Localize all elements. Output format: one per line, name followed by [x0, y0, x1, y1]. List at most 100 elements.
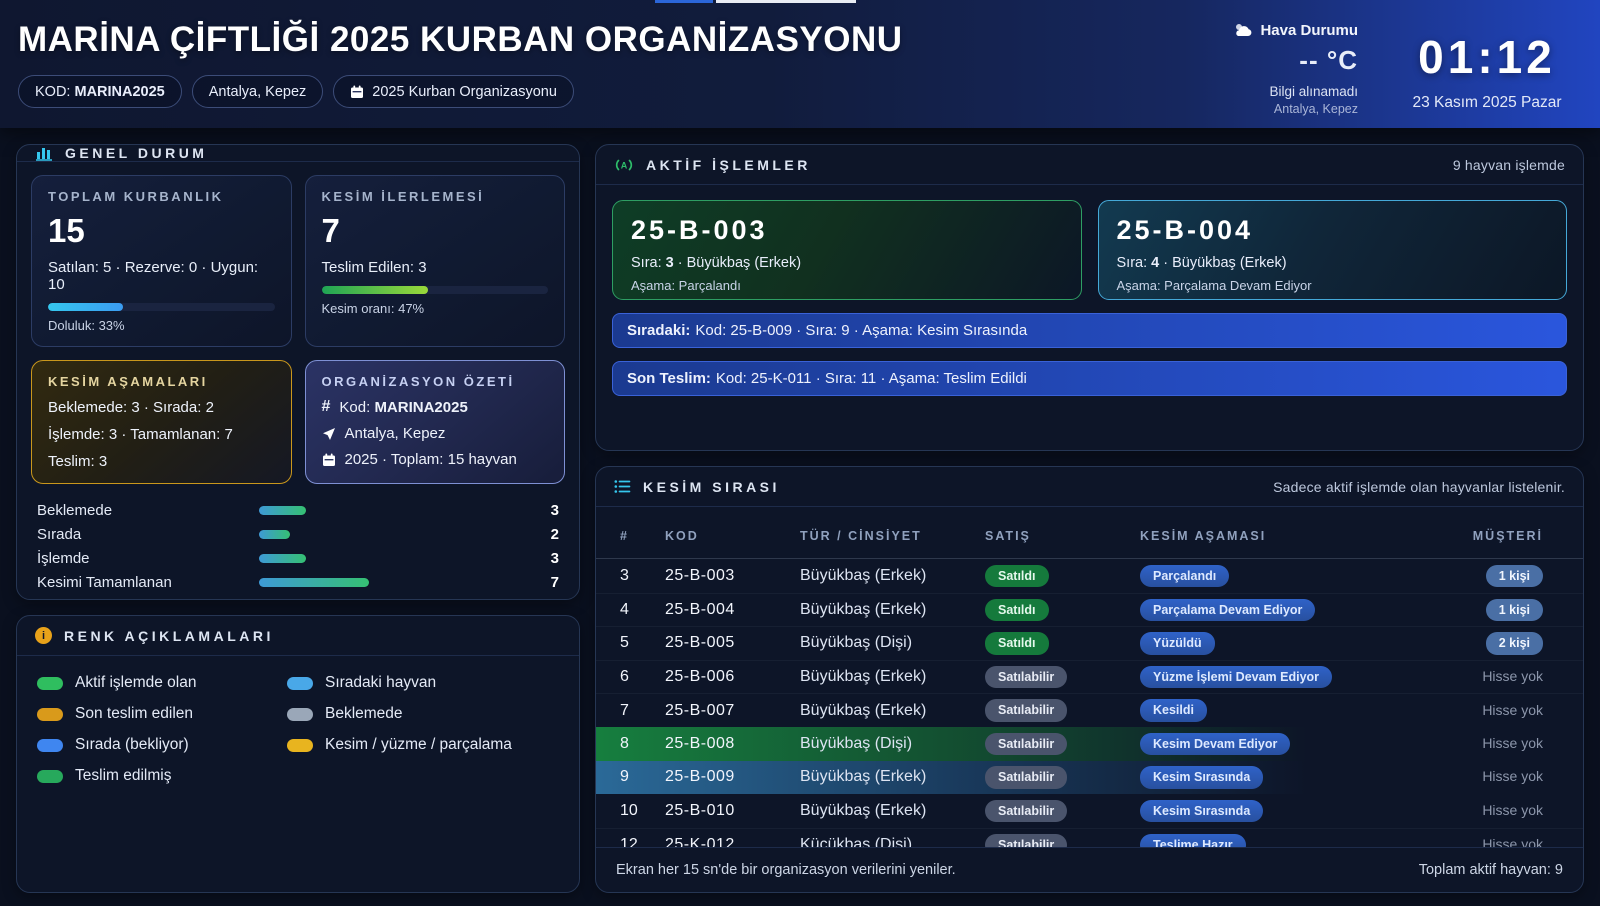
cell-animal-code: 25-B-009	[665, 768, 800, 786]
stage-bar-row: Beklemede3	[37, 498, 559, 522]
cell-customer: Hisse yok	[1430, 735, 1543, 753]
clock-date: 23 Kasım 2025 Pazar	[1392, 94, 1582, 112]
panel-title-legend: RENK AÇIKLAMALARI	[64, 628, 274, 644]
cell-type-gender: Büyükbaş (Erkek)	[800, 802, 985, 820]
cell-type-gender: Büyükbaş (Erkek)	[800, 601, 985, 619]
panel-color-legend: i RENK AÇIKLAMALARI Aktif işlemde olanSo…	[16, 615, 580, 893]
cut-stage-badge: Kesim Sırasında	[1140, 766, 1263, 789]
cell-animal-code: 25-B-003	[665, 567, 800, 585]
cell-row-number: 4	[620, 601, 665, 619]
org-code-line: # Kod: MARINA2025	[322, 398, 549, 416]
cell-customer: Hisse yok	[1430, 802, 1543, 820]
stat-card-cut-progress: KESİM İLERLEMESİ 7 Teslim Edilen: 3 Kesi…	[305, 175, 566, 347]
stat-label: KESİM AŞAMALARI	[48, 374, 275, 389]
table-header-row: # KOD TÜR / CİNSİYET SATIŞ KESİM AŞAMASI…	[596, 513, 1583, 559]
list-icon	[614, 479, 631, 494]
queue-table-scroll-area[interactable]: 325-B-003Büyükbaş (Erkek)SatıldıParçalan…	[596, 559, 1583, 847]
stat-label: ORGANİZASYON ÖZETİ	[322, 374, 549, 389]
app-header: MARİNA ÇİFTLİĞİ 2025 KURBAN ORGANİZASYON…	[0, 0, 1600, 128]
cell-sale-status: Satıldı	[985, 565, 1140, 588]
stat-line: Satılan: 5 · Rezerve: 0 · Uygun: 10	[48, 259, 275, 293]
stage-bar-row: İşlemde3	[37, 546, 559, 570]
cell-animal-code: 25-K-012	[665, 836, 800, 847]
bar-chart-icon	[35, 145, 53, 161]
sale-status-badge: Satılabilir	[985, 766, 1067, 789]
stat-value: 15	[48, 212, 275, 250]
cell-customer: Hisse yok	[1430, 836, 1543, 847]
top-loading-strip	[0, 0, 1600, 3]
table-row: 925-B-009Büyükbaş (Erkek)SatılabilirKesi…	[596, 761, 1583, 795]
cell-animal-code: 25-B-010	[665, 802, 800, 820]
cell-type-gender: Büyükbaş (Dişi)	[800, 735, 985, 753]
clock-widget: 01:12 23 Kasım 2025 Pazar	[1392, 22, 1582, 128]
customer-none-label: Hisse yok	[1482, 735, 1543, 751]
active-counter: 9 hayvan işlemde	[1453, 157, 1565, 173]
cut-stage-badge: Kesim Sırasında	[1140, 800, 1263, 823]
cell-sale-status: Satılabilir	[985, 699, 1140, 722]
sale-status-badge: Satılabilir	[985, 733, 1067, 756]
cell-cut-stage: Yüzme İşlemi Devam Ediyor	[1140, 666, 1430, 689]
panel-cut-queue: KESİM SIRASI Sadece aktif işlemde olan h…	[595, 466, 1584, 893]
table-row: 525-B-005Büyükbaş (Dişi)SatıldıYüzüldü2 …	[596, 626, 1583, 660]
legend-item: Sırada (bekliyor)	[37, 736, 287, 754]
antenna-icon: A	[614, 157, 634, 173]
stage-bar-track	[259, 554, 529, 563]
cut-stage-badge: Yüzüldü	[1140, 632, 1215, 655]
column-header-no: #	[620, 529, 665, 543]
cell-cut-stage: Kesim Devam Ediyor	[1140, 733, 1430, 756]
total-active-count: Toplam aktif hayvan: 9	[1419, 862, 1563, 878]
stage-bar-fill	[259, 530, 290, 539]
header-badges: KOD: MARINA2025Antalya, Kepez2025 Kurban…	[18, 75, 903, 108]
legend-item: Kesim / yüzme / parçalama	[287, 736, 559, 754]
cell-type-gender: Büyükbaş (Erkek)	[800, 768, 985, 786]
refresh-note: Ekran her 15 sn'de bir organizasyon veri…	[616, 862, 956, 878]
cell-cut-stage: Parçalama Devam Ediyor	[1140, 599, 1430, 622]
customer-none-label: Hisse yok	[1482, 702, 1543, 718]
column-header-code: KOD	[665, 529, 800, 543]
dashboard-main: GENEL DURUM TOPLAM KURBANLIK 15 Satılan:…	[0, 128, 1600, 906]
legend-item: Son teslim edilen	[37, 705, 287, 723]
stage-bar-track	[259, 506, 529, 515]
stage-bar-value: 3	[529, 598, 559, 601]
cell-row-number: 10	[620, 802, 665, 820]
loading-strip-white-segment	[716, 0, 856, 3]
cell-row-number: 7	[620, 702, 665, 720]
column-header-sale: SATIŞ	[985, 529, 1140, 543]
table-row: 725-B-007Büyükbaş (Erkek)SatılabilirKesi…	[596, 693, 1583, 727]
sale-status-badge: Satıldı	[985, 599, 1049, 622]
legend-item: Sıradaki hayvan	[287, 674, 559, 692]
cell-cut-stage: Yüzüldü	[1140, 632, 1430, 655]
cell-row-number: 3	[620, 567, 665, 585]
stage-bar-fill	[259, 578, 369, 587]
stage-bar-list: Beklemede3Sırada2İşlemde3Kesimi Tamamlan…	[17, 484, 579, 600]
stat-card-organization-summary: ORGANİZASYON ÖZETİ # Kod: MARINA2025 Ant…	[305, 360, 566, 484]
header-badge-label: KOD: MARINA2025	[35, 84, 165, 100]
active-animal-code: 25-B-004	[1117, 215, 1549, 246]
cell-type-gender: Büyükbaş (Erkek)	[800, 567, 985, 585]
org-location-line: Antalya, Kepez	[322, 425, 549, 442]
legend-label: Teslim edilmiş	[75, 767, 171, 785]
panel-active-operations: A AKTİF İŞLEMLER 9 hayvan işlemde 25-B-0…	[595, 144, 1584, 451]
cell-customer: 1 kişi	[1430, 565, 1543, 588]
status-banner: Son Teslim: Kod: 25-K-011 · Sıra: 11 · A…	[612, 361, 1567, 396]
stat-line: Beklemede: 3 · Sırada: 2	[48, 399, 275, 416]
stat-card-total-animals: TOPLAM KURBANLIK 15 Satılan: 5 · Rezerve…	[31, 175, 292, 347]
legend-item: Teslim edilmiş	[37, 767, 287, 785]
panel-general-status: GENEL DURUM TOPLAM KURBANLIK 15 Satılan:…	[16, 144, 580, 600]
cell-sale-status: Satıldı	[985, 599, 1140, 622]
weather-location: Antalya, Kepez	[1218, 102, 1358, 116]
cell-sale-status: Satılabilir	[985, 834, 1140, 847]
table-row: 1225-K-012Küçükbaş (Dişi)SatılabilirTesl…	[596, 828, 1583, 847]
cell-row-number: 8	[620, 735, 665, 753]
stage-bar-fill	[259, 506, 306, 515]
occupancy-progressbar	[48, 303, 275, 311]
calendar-icon	[350, 85, 364, 99]
legend-label: Aktif işlemde olan	[75, 674, 196, 692]
navigation-icon	[322, 427, 336, 441]
cell-row-number: 5	[620, 634, 665, 652]
cell-cut-stage: Kesim Sırasında	[1140, 766, 1430, 789]
cut-stage-badge: Yüzme İşlemi Devam Ediyor	[1140, 666, 1332, 689]
hash-icon: #	[322, 398, 331, 416]
queue-footer: Ekran her 15 sn'de bir organizasyon veri…	[596, 847, 1583, 892]
cut-stage-badge: Parçalama Devam Ediyor	[1140, 599, 1315, 622]
